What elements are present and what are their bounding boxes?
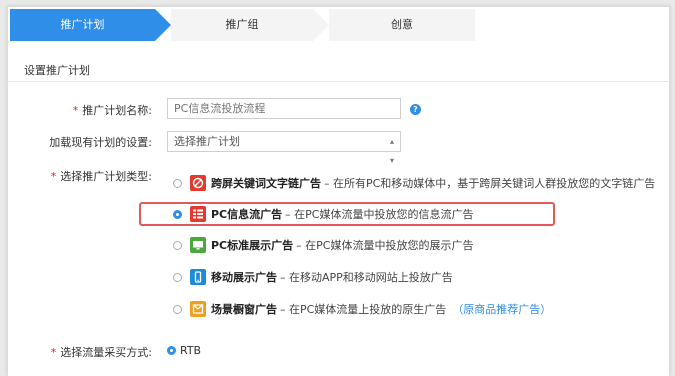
step-group[interactable]: 推广组: [171, 9, 329, 41]
required-mark: *: [72, 104, 79, 117]
divider: [7, 81, 668, 82]
radio-button[interactable]: [173, 240, 182, 250]
plan-type-option-pc-display[interactable]: PC标准展示广告 – 在PC媒体流量中投放您的展示广告: [173, 234, 473, 256]
select-arrows-icon: ▴ ▾: [389, 137, 394, 165]
help-icon[interactable]: ?: [410, 104, 421, 115]
section-title: 设置推广计划: [24, 64, 90, 77]
showcase-icon: [190, 301, 206, 317]
plan-name-label: * 推广计划名称:: [72, 104, 152, 117]
required-mark: *: [50, 346, 57, 359]
load-settings-select[interactable]: 选择推广计划 ▴ ▾: [167, 131, 401, 165]
plan-type-label: * 选择推广计划类型:: [50, 170, 152, 183]
monitor-icon: [190, 237, 206, 253]
plan-type-option-mobile-display[interactable]: 移动展示广告 – 在移动APP和移动网站上投放广告: [173, 266, 453, 288]
step-bar: 推广计划 推广组 创意: [10, 9, 475, 41]
legacy-name-link[interactable]: （原商品推荐广告）: [452, 301, 551, 317]
traffic-option-rtb[interactable]: RTB: [167, 339, 201, 361]
step-plan[interactable]: 推广计划: [10, 9, 171, 41]
radio-button[interactable]: [173, 178, 182, 188]
step-creative[interactable]: 创意: [329, 9, 475, 41]
radio-button-selected[interactable]: [167, 345, 176, 355]
radio-button[interactable]: [173, 272, 182, 282]
plan-name-input[interactable]: [167, 98, 401, 119]
feed-icon: [190, 206, 206, 222]
plan-type-option-showcase[interactable]: 场景橱窗广告 – 在PC媒体流量上投放的原生广告 （原商品推荐广告）: [173, 298, 551, 320]
radio-button-selected[interactable]: [173, 209, 182, 219]
plan-type-option-crossscreen[interactable]: 跨屏关键词文字链广告 – 在所有PC和移动媒体中，基于跨屏关键词人群投放您的文字…: [173, 172, 655, 194]
required-mark: *: [50, 170, 57, 183]
radio-button[interactable]: [173, 304, 182, 314]
crossscreen-icon: [190, 175, 206, 191]
mobile-icon: [190, 269, 206, 285]
plan-type-option-pc-feed[interactable]: PC信息流广告 – 在PC媒体流量中投放您的信息流广告: [173, 203, 473, 225]
load-settings-label: 加载现有计划的设置:: [49, 136, 152, 149]
traffic-method-label: * 选择流量采买方式:: [50, 346, 152, 359]
